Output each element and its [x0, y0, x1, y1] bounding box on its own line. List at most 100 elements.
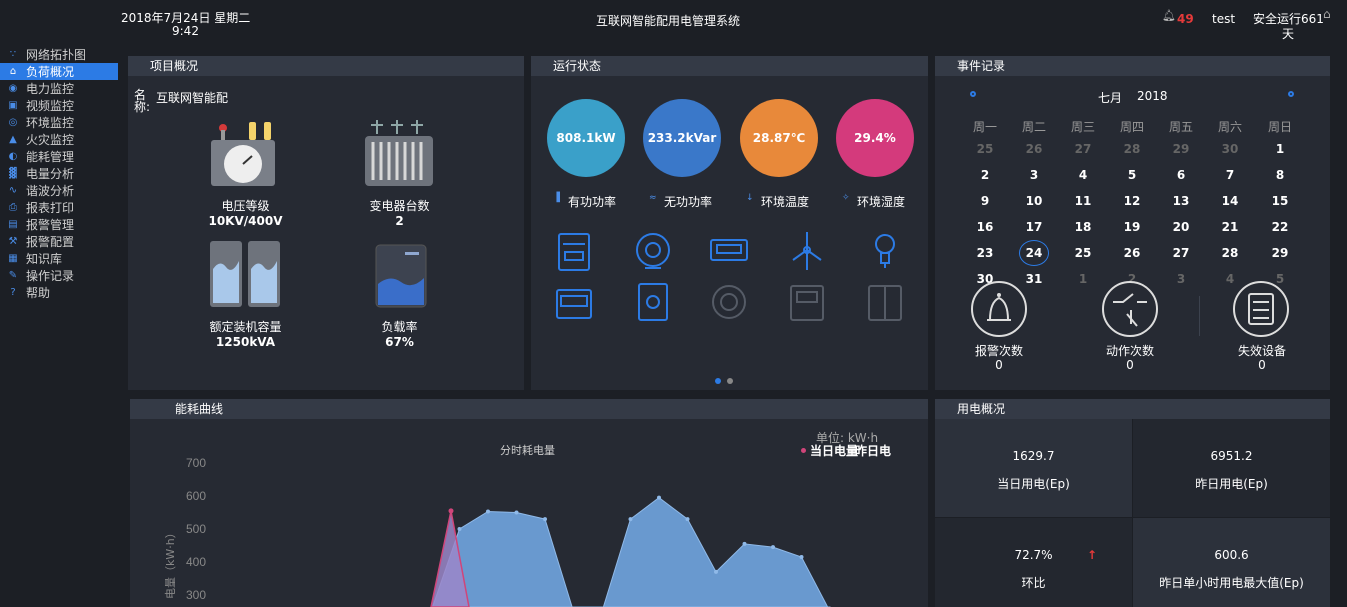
sidebar-item-label: 网络拓扑图: [26, 48, 87, 62]
data-point-yesterday[interactable]: [486, 509, 490, 514]
calendar-day[interactable]: 1: [1265, 142, 1295, 156]
calendar-day[interactable]: 25: [970, 142, 1000, 156]
calendar-day[interactable]: 20: [1166, 220, 1196, 234]
calendar-day[interactable]: 18: [1068, 220, 1098, 234]
data-point-yesterday[interactable]: [657, 495, 661, 500]
calendar-day[interactable]: 16: [970, 220, 1000, 234]
data-point-today[interactable]: [448, 508, 454, 514]
sidebar-item-print[interactable]: ⎙ 报表打印: [0, 199, 118, 216]
calendar-day[interactable]: 30: [1215, 142, 1245, 156]
print-icon: ⎙: [9, 202, 17, 213]
calendar-day[interactable]: 10: [1019, 194, 1049, 208]
sidebar-item-fire[interactable]: ▲ 火灾监控: [0, 131, 118, 148]
sidebar-item-alarm-manage[interactable]: ▤ 报警管理: [0, 216, 118, 233]
home-icon: ⌂: [9, 66, 17, 77]
calendar-day-today[interactable]: 24: [1019, 240, 1049, 266]
sidebar-item-environment[interactable]: ◎ 环境监控: [0, 114, 118, 131]
sidebar-item-alarm-config[interactable]: ⚒ 报警配置: [0, 233, 118, 250]
sidebar-item-video[interactable]: ▣ 视频监控: [0, 97, 118, 114]
calendar-day[interactable]: 17: [1019, 220, 1049, 234]
record-icon: ✎: [8, 270, 18, 281]
metric-label: 有功功率: [568, 195, 617, 209]
sidebar-item-power-analysis[interactable]: ▓ 电量分析: [0, 165, 118, 182]
data-point-yesterday[interactable]: [685, 517, 690, 522]
calendar-day[interactable]: 25: [1068, 246, 1098, 260]
calendar-day[interactable]: 7: [1215, 168, 1245, 182]
usage-label: 昨日单小时用电最大值(Ep): [1159, 576, 1304, 590]
calendar-day[interactable]: 19: [1117, 220, 1147, 234]
stat-value: 10KV/400V: [208, 214, 283, 228]
calendar-day[interactable]: 27: [1166, 246, 1196, 260]
calendar-day[interactable]: 5: [1117, 168, 1147, 182]
data-point-yesterday[interactable]: [742, 541, 747, 546]
sidebar-item-power-monitor[interactable]: ◉ 电力监控: [0, 80, 118, 97]
calendar-day[interactable]: 4: [1068, 168, 1098, 182]
sidebar-item-harmonic[interactable]: ∿ 谐波分析: [0, 182, 118, 199]
usage-today: 1629.7 当日用电(Ep): [935, 419, 1132, 517]
sidebar-item-topology[interactable]: ∵ 网络拓扑图: [0, 46, 118, 63]
calendar-day[interactable]: 28: [1117, 142, 1147, 156]
pager-dot-active[interactable]: [715, 378, 721, 384]
calendar-day[interactable]: 23: [970, 246, 1000, 260]
calendar-day[interactable]: 29: [1265, 246, 1295, 260]
calendar-day[interactable]: 12: [1117, 194, 1147, 208]
sidebar-item-help[interactable]: ? 帮助: [0, 284, 118, 301]
data-point-yesterday[interactable]: [514, 510, 519, 515]
calendar-day[interactable]: 3: [1166, 272, 1196, 286]
calendar-day[interactable]: 15: [1265, 194, 1295, 208]
alarm-bell-icon[interactable]: 🔔︎: [1162, 9, 1176, 22]
calendar-day[interactable]: 29: [1166, 142, 1196, 156]
calendar-year: 2018: [1137, 89, 1168, 103]
stat-label: 负载率: [381, 320, 418, 334]
data-point-yesterday[interactable]: [799, 555, 804, 560]
pager-dot[interactable]: [727, 378, 733, 384]
counter-label: 报警次数: [974, 344, 1023, 358]
prev-month-button[interactable]: [970, 91, 976, 97]
stat-value: 1250kVA: [215, 335, 276, 349]
panel-header: 运行状态: [531, 56, 928, 76]
username[interactable]: test: [1212, 12, 1235, 26]
calendar-day[interactable]: 26: [1019, 142, 1049, 156]
sidebar-item-records[interactable]: ✎ 操作记录: [0, 267, 118, 284]
usage-max-hour: 600.6 昨日单小时用电最大值(Ep): [1133, 518, 1330, 607]
calendar-day[interactable]: 8: [1265, 168, 1295, 182]
calendar-day[interactable]: 27: [1068, 142, 1098, 156]
data-point-yesterday[interactable]: [628, 517, 633, 522]
data-point-yesterday[interactable]: [543, 517, 547, 522]
power-monitor-icon: ◉: [8, 83, 18, 94]
sidebar-item-energy[interactable]: ◐ 能耗管理: [0, 148, 118, 165]
calendar-day[interactable]: 3: [1019, 168, 1049, 182]
calendar-day[interactable]: 11: [1068, 194, 1098, 208]
voltage-meter-icon: [211, 122, 275, 186]
usage-value: 1629.7: [1012, 449, 1055, 463]
next-month-button[interactable]: [1288, 91, 1294, 97]
calendar-day[interactable]: 2: [970, 168, 1000, 182]
calendar-day[interactable]: 28: [1215, 246, 1245, 260]
weekday-header: 周六: [1217, 120, 1242, 134]
usage-label: 当日用电(Ep): [997, 477, 1070, 491]
header-time: 9:42: [172, 24, 199, 38]
counter-value: 0: [1258, 358, 1266, 372]
calendar-day[interactable]: 22: [1265, 220, 1295, 234]
sidebar-item-knowledge[interactable]: ▦ 知识库: [0, 250, 118, 267]
counter-label: 动作次数: [1105, 344, 1154, 358]
page-title: 互联网智能配用电管理系统: [596, 14, 741, 28]
calendar-day[interactable]: 26: [1117, 246, 1147, 260]
stat-label: 电压等级: [221, 199, 270, 213]
calendar-day[interactable]: 13: [1166, 194, 1196, 208]
alarm-count-badge[interactable]: 49: [1177, 12, 1194, 26]
harmonic-icon: ∿: [8, 185, 18, 196]
calendar-day[interactable]: 14: [1215, 194, 1245, 208]
sidebar-item-load-overview[interactable]: ⌂ 负荷概况: [0, 63, 118, 80]
y-tick-label: 300: [186, 588, 206, 602]
sidebar-item-label: 电量分析: [26, 167, 75, 181]
calendar-day[interactable]: 6: [1166, 168, 1196, 182]
data-point-yesterday[interactable]: [714, 569, 718, 574]
top-bar: 2018年7月24日 星期二 9:42 互联网智能配用电管理系统 🔔︎ 49 t…: [0, 0, 1347, 44]
calendar-day[interactable]: 1: [1068, 272, 1098, 286]
data-point-yesterday[interactable]: [457, 527, 462, 531]
shirt-icon[interactable]: ⌂: [1323, 7, 1331, 21]
calendar-day[interactable]: 21: [1215, 220, 1245, 234]
calendar-day[interactable]: 9: [970, 194, 1000, 208]
data-point-yesterday[interactable]: [771, 545, 775, 550]
